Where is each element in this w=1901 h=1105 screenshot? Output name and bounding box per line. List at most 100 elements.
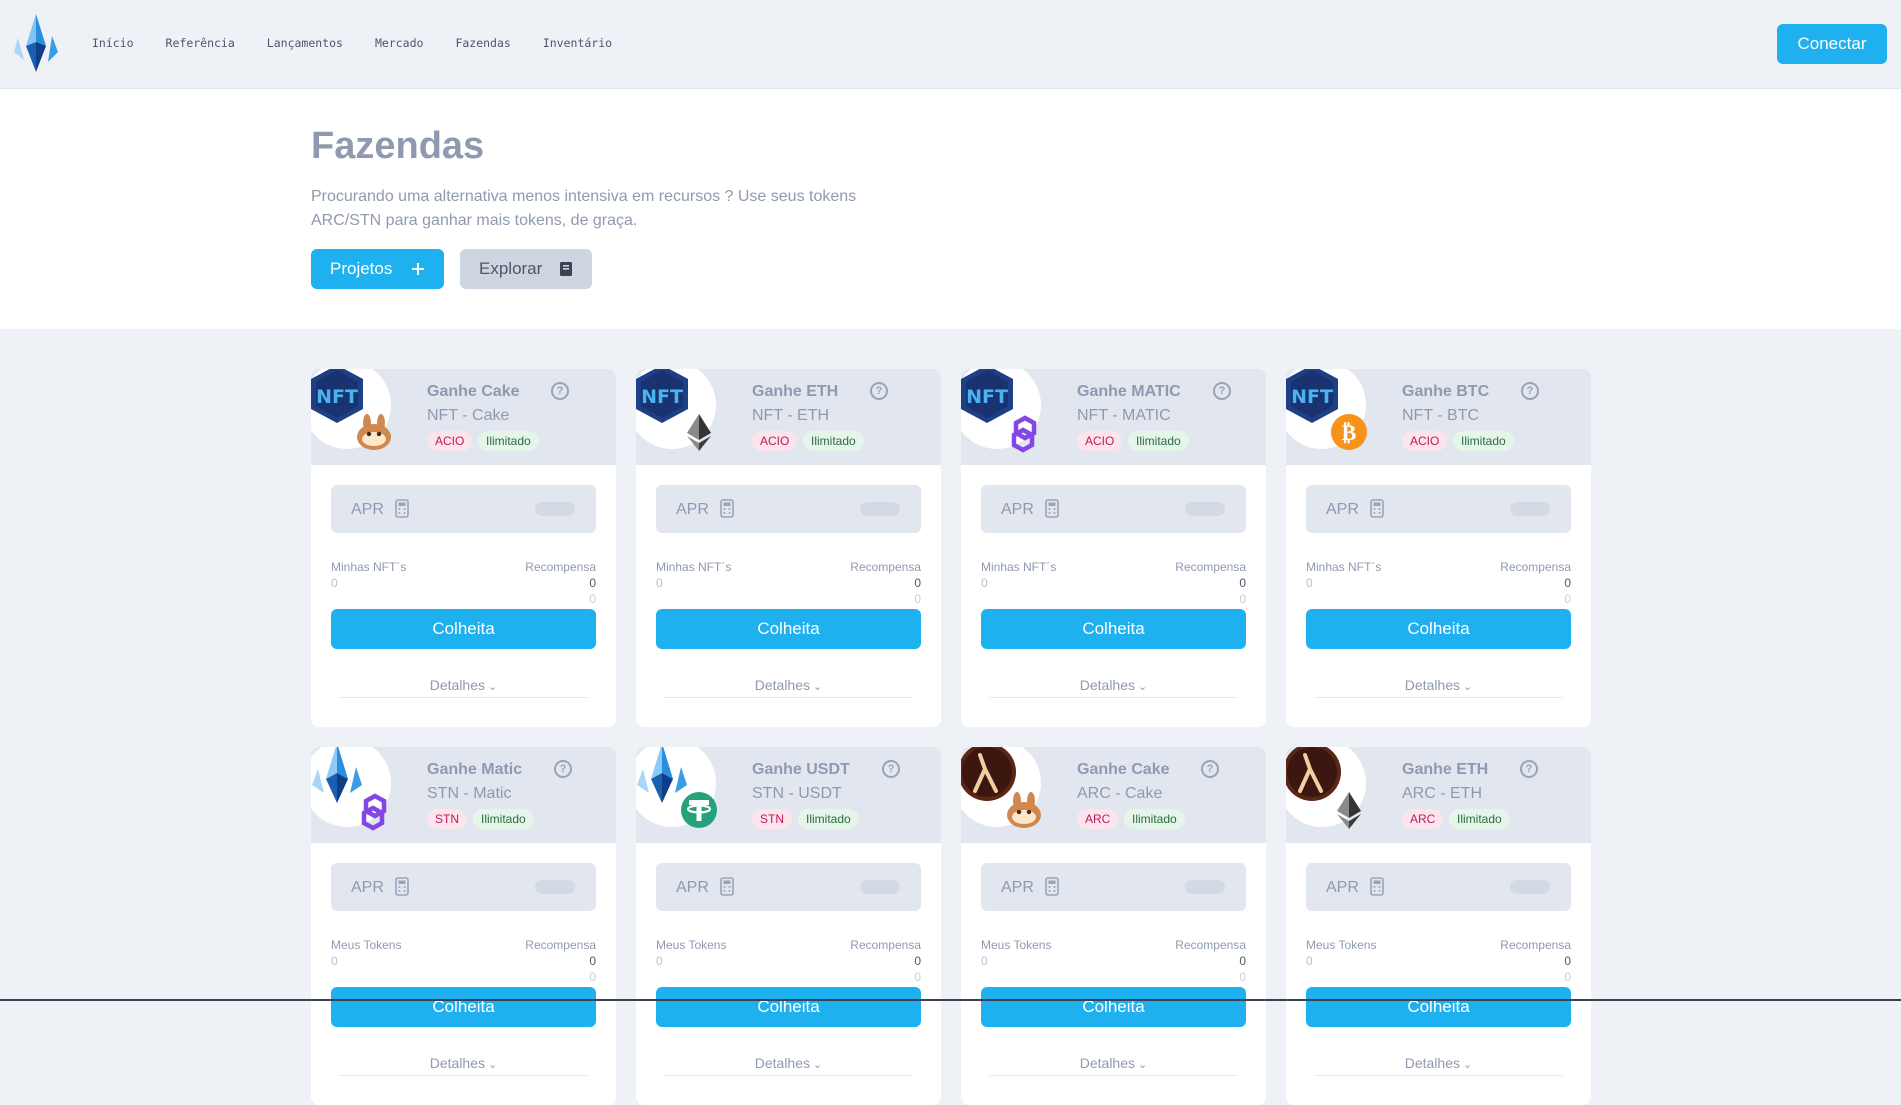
farm-card-header: NFT ₿ Ganhe BTC ? NFT - BTC ACIO Ilimita… — [1286, 369, 1591, 465]
calculator-icon[interactable] — [395, 499, 409, 518]
farm-title: Ganhe ETH — [752, 383, 839, 400]
svg-text:₿: ₿ — [1342, 421, 1357, 446]
page-description: Procurando uma alternativa menos intensi… — [311, 188, 857, 229]
harvest-button[interactable]: Colheita — [331, 987, 596, 1027]
calculator-icon[interactable] — [1370, 877, 1384, 896]
details-label: Detalhes — [429, 1055, 486, 1071]
limit-badge: Ilimitado — [1124, 809, 1185, 829]
help-icon[interactable]: ? — [882, 760, 900, 778]
details-toggle[interactable]: Detalhes ⌄ — [664, 1055, 913, 1076]
stake-label: Minhas NFT´s — [1306, 560, 1382, 574]
stake-value: 0 — [1306, 954, 1313, 968]
nav-link-inicio[interactable]: Início — [92, 36, 134, 50]
plus-icon — [412, 263, 424, 275]
reward-label: Recompensa — [1175, 938, 1246, 952]
calculator-icon[interactable] — [720, 499, 734, 518]
token-icon-bubble — [961, 747, 1041, 828]
details-toggle[interactable]: Detalhes ⌄ — [1314, 677, 1563, 698]
connect-wallet-button[interactable]: Conectar — [1777, 24, 1887, 64]
hero-section: Fazendas Procurando uma alternativa meno… — [0, 89, 1901, 329]
apr-value-skeleton — [1510, 880, 1550, 894]
nav-links: Início Referência Lançamentos Mercado Fa… — [92, 36, 644, 50]
calculator-icon[interactable] — [395, 877, 409, 896]
harvest-button[interactable]: Colheita — [656, 987, 921, 1027]
apr-label: APR — [1326, 879, 1359, 896]
stake-label: Minhas NFT´s — [981, 560, 1057, 574]
help-icon[interactable]: ? — [1521, 382, 1539, 400]
reward-value-usd: 0 — [914, 592, 921, 606]
help-icon[interactable]: ? — [554, 760, 572, 778]
details-toggle[interactable]: Detalhes ⌄ — [664, 677, 913, 698]
stake-token-badge: ACIO — [752, 431, 798, 451]
token-icon-bubble: NFT — [636, 369, 716, 451]
farm-title: Ganhe Matic — [427, 761, 523, 778]
explore-button[interactable]: Explorar — [460, 249, 592, 289]
apr-box: APR — [1306, 863, 1571, 911]
bitcoin-icon: ₿ — [1331, 414, 1367, 450]
stake-value: 0 — [331, 954, 338, 968]
help-icon[interactable]: ? — [551, 382, 569, 400]
stake-label: Minhas NFT´s — [656, 560, 732, 574]
farm-card: NFT Ganhe ETH ? NFT - ETH ACIO Ilimitado… — [636, 369, 941, 727]
farm-card-header: Ganhe USDT ? STN - USDT STN Ilimitado — [636, 747, 941, 843]
details-label: Detalhes — [1079, 677, 1136, 693]
details-toggle[interactable]: Detalhes ⌄ — [339, 677, 588, 698]
pancake-icon — [357, 414, 391, 450]
reward-label: Recompensa — [525, 938, 596, 952]
farm-card-header: NFT Ganhe ETH ? NFT - ETH ACIO Ilimitado — [636, 369, 941, 465]
chevron-down-icon: ⌄ — [1138, 1059, 1148, 1071]
apr-label: APR — [351, 501, 384, 518]
harvest-button[interactable]: Colheita — [981, 609, 1246, 649]
calculator-icon[interactable] — [1045, 877, 1059, 896]
reward-value: 0 — [589, 954, 596, 968]
farm-title: Ganhe Cake — [427, 383, 520, 400]
top-nav: Início Referência Lançamentos Mercado Fa… — [0, 0, 1901, 89]
calculator-icon[interactable] — [1045, 499, 1059, 518]
reward-value: 0 — [1564, 576, 1571, 590]
stake-value: 0 — [981, 576, 988, 590]
calculator-icon[interactable] — [720, 877, 734, 896]
farm-card: NFT Ganhe Cake ? NFT - Cake ACIO Ilimita… — [311, 369, 616, 727]
stn-crystal-logo-icon[interactable] — [12, 12, 60, 74]
harvest-button[interactable]: Colheita — [656, 609, 921, 649]
harvest-button[interactable]: Colheita — [981, 987, 1246, 1027]
farm-card-header: NFT Ganhe Cake ? NFT - Cake ACIO Ilimita… — [311, 369, 616, 465]
farm-card-header: Ganhe ETH ? ARC - ETH ARC Ilimitado — [1286, 747, 1591, 843]
stake-token-badge: STN — [427, 809, 467, 829]
nav-link-lancamentos[interactable]: Lançamentos — [267, 36, 343, 50]
details-label: Detalhes — [1079, 1055, 1136, 1071]
farm-title: Ganhe USDT — [752, 761, 850, 778]
nav-link-inventario[interactable]: Inventário — [543, 36, 612, 50]
details-toggle[interactable]: Detalhes ⌄ — [339, 1055, 588, 1076]
harvest-button[interactable]: Colheita — [1306, 609, 1571, 649]
nav-link-referencia[interactable]: Referência — [166, 36, 235, 50]
nav-link-mercado[interactable]: Mercado — [375, 36, 423, 50]
help-icon[interactable]: ? — [1520, 760, 1538, 778]
projects-button[interactable]: Projetos — [311, 249, 444, 289]
calculator-icon[interactable] — [1370, 499, 1384, 518]
details-toggle[interactable]: Detalhes ⌄ — [989, 677, 1238, 698]
details-toggle[interactable]: Detalhes ⌄ — [1314, 1055, 1563, 1076]
token-icon-bubble: NFT — [961, 369, 1041, 453]
apr-value-skeleton — [1185, 502, 1225, 516]
stake-token-badge: ACIO — [1402, 431, 1448, 451]
apr-label: APR — [676, 879, 709, 896]
nav-link-fazendas[interactable]: Fazendas — [455, 36, 510, 50]
harvest-button[interactable]: Colheita — [1306, 987, 1571, 1027]
help-icon[interactable]: ? — [870, 382, 888, 400]
chevron-down-icon: ⌄ — [1463, 681, 1473, 693]
chevron-down-icon: ⌄ — [813, 1059, 823, 1071]
harvest-button[interactable]: Colheita — [331, 609, 596, 649]
chevron-down-icon: ⌄ — [488, 681, 498, 693]
reward-label: Recompensa — [525, 560, 596, 574]
chevron-down-icon: ⌄ — [1463, 1059, 1473, 1071]
apr-box: APR — [981, 485, 1246, 533]
details-toggle[interactable]: Detalhes ⌄ — [989, 1055, 1238, 1076]
help-icon[interactable]: ? — [1213, 382, 1231, 400]
ethereum-icon — [1337, 792, 1361, 829]
svg-text:NFT: NFT — [316, 386, 358, 408]
help-icon[interactable]: ? — [1201, 760, 1219, 778]
reward-value-usd: 0 — [914, 970, 921, 984]
tether-icon — [681, 792, 717, 828]
reward-label: Recompensa — [1500, 560, 1571, 574]
